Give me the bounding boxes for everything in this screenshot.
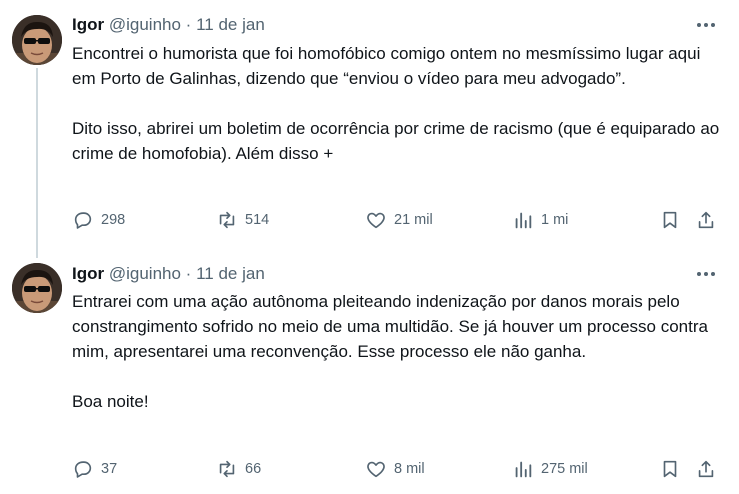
reply-button[interactable]: 298 — [72, 205, 125, 235]
repost-icon — [219, 211, 235, 229]
tweet-header: Igor @iguinho · 11 de jan — [72, 263, 265, 285]
tweet-text: Encontrei o humorista que foi homofóbico… — [72, 41, 722, 166]
display-name[interactable]: Igor — [72, 15, 104, 34]
tweet-paragraph: Dito isso, abrirei um boletim de ocorrên… — [72, 119, 720, 163]
reply-icon — [74, 461, 92, 478]
bookmark-icon — [663, 460, 677, 478]
views-icon — [515, 212, 532, 229]
like-button[interactable]: 21 mil — [365, 205, 433, 235]
tweet[interactable]: Igor @iguinho · 11 de jan Encontrei o hu… — [0, 0, 739, 252]
reply-count: 298 — [101, 212, 126, 228]
views-button[interactable]: 1 mi — [512, 205, 568, 235]
repost-button[interactable]: 66 — [216, 454, 261, 484]
repost-icon — [219, 460, 235, 478]
share-icon — [698, 211, 714, 229]
like-count: 8 mil — [394, 461, 425, 477]
avatar[interactable] — [12, 263, 62, 313]
views-icon — [515, 461, 532, 478]
separator: · — [185, 264, 192, 283]
view-count: 275 mil — [541, 461, 588, 477]
separator: · — [185, 15, 192, 34]
share-button[interactable] — [695, 205, 717, 235]
timestamp[interactable]: 11 de jan — [196, 15, 265, 34]
handle[interactable]: @iguinho — [109, 264, 181, 283]
reply-count: 37 — [101, 461, 118, 477]
view-count: 1 mi — [541, 212, 569, 228]
repost-button[interactable]: 514 — [216, 205, 269, 235]
display-name[interactable]: Igor — [72, 264, 104, 283]
like-icon — [367, 461, 385, 478]
reply-icon — [74, 212, 92, 229]
more-icon[interactable] — [697, 265, 719, 283]
reply-button[interactable]: 37 — [72, 454, 117, 484]
tweet[interactable]: Igor @iguinho · 11 de jan Entrarei com u… — [0, 252, 739, 494]
action-bar: 298 514 21 mil 1 mi — [72, 205, 725, 235]
handle[interactable]: @iguinho — [109, 15, 181, 34]
timestamp[interactable]: 11 de jan — [196, 264, 265, 283]
avatar[interactable] — [12, 15, 62, 65]
bookmark-icon — [663, 211, 677, 229]
like-button[interactable]: 8 mil — [365, 454, 425, 484]
more-icon[interactable] — [697, 16, 719, 34]
tweet-text: Entrarei com uma ação autônoma pleiteand… — [72, 289, 722, 414]
share-icon — [698, 460, 714, 478]
action-bar: 37 66 8 mil 275 mil — [72, 454, 725, 484]
tweet-header: Igor @iguinho · 11 de jan — [72, 14, 265, 36]
like-count: 21 mil — [394, 212, 433, 228]
tweet-paragraph: Encontrei o humorista que foi homofóbico… — [72, 44, 701, 88]
repost-count: 514 — [245, 212, 270, 228]
views-button[interactable]: 275 mil — [512, 454, 588, 484]
like-icon — [367, 212, 385, 229]
share-button[interactable] — [695, 454, 717, 484]
bookmark-button[interactable] — [659, 205, 681, 235]
tweet-paragraph: Entrarei com uma ação autônoma pleiteand… — [72, 292, 708, 361]
bookmark-button[interactable] — [659, 454, 681, 484]
tweet-paragraph: Boa noite! — [72, 392, 149, 411]
repost-count: 66 — [245, 461, 262, 477]
